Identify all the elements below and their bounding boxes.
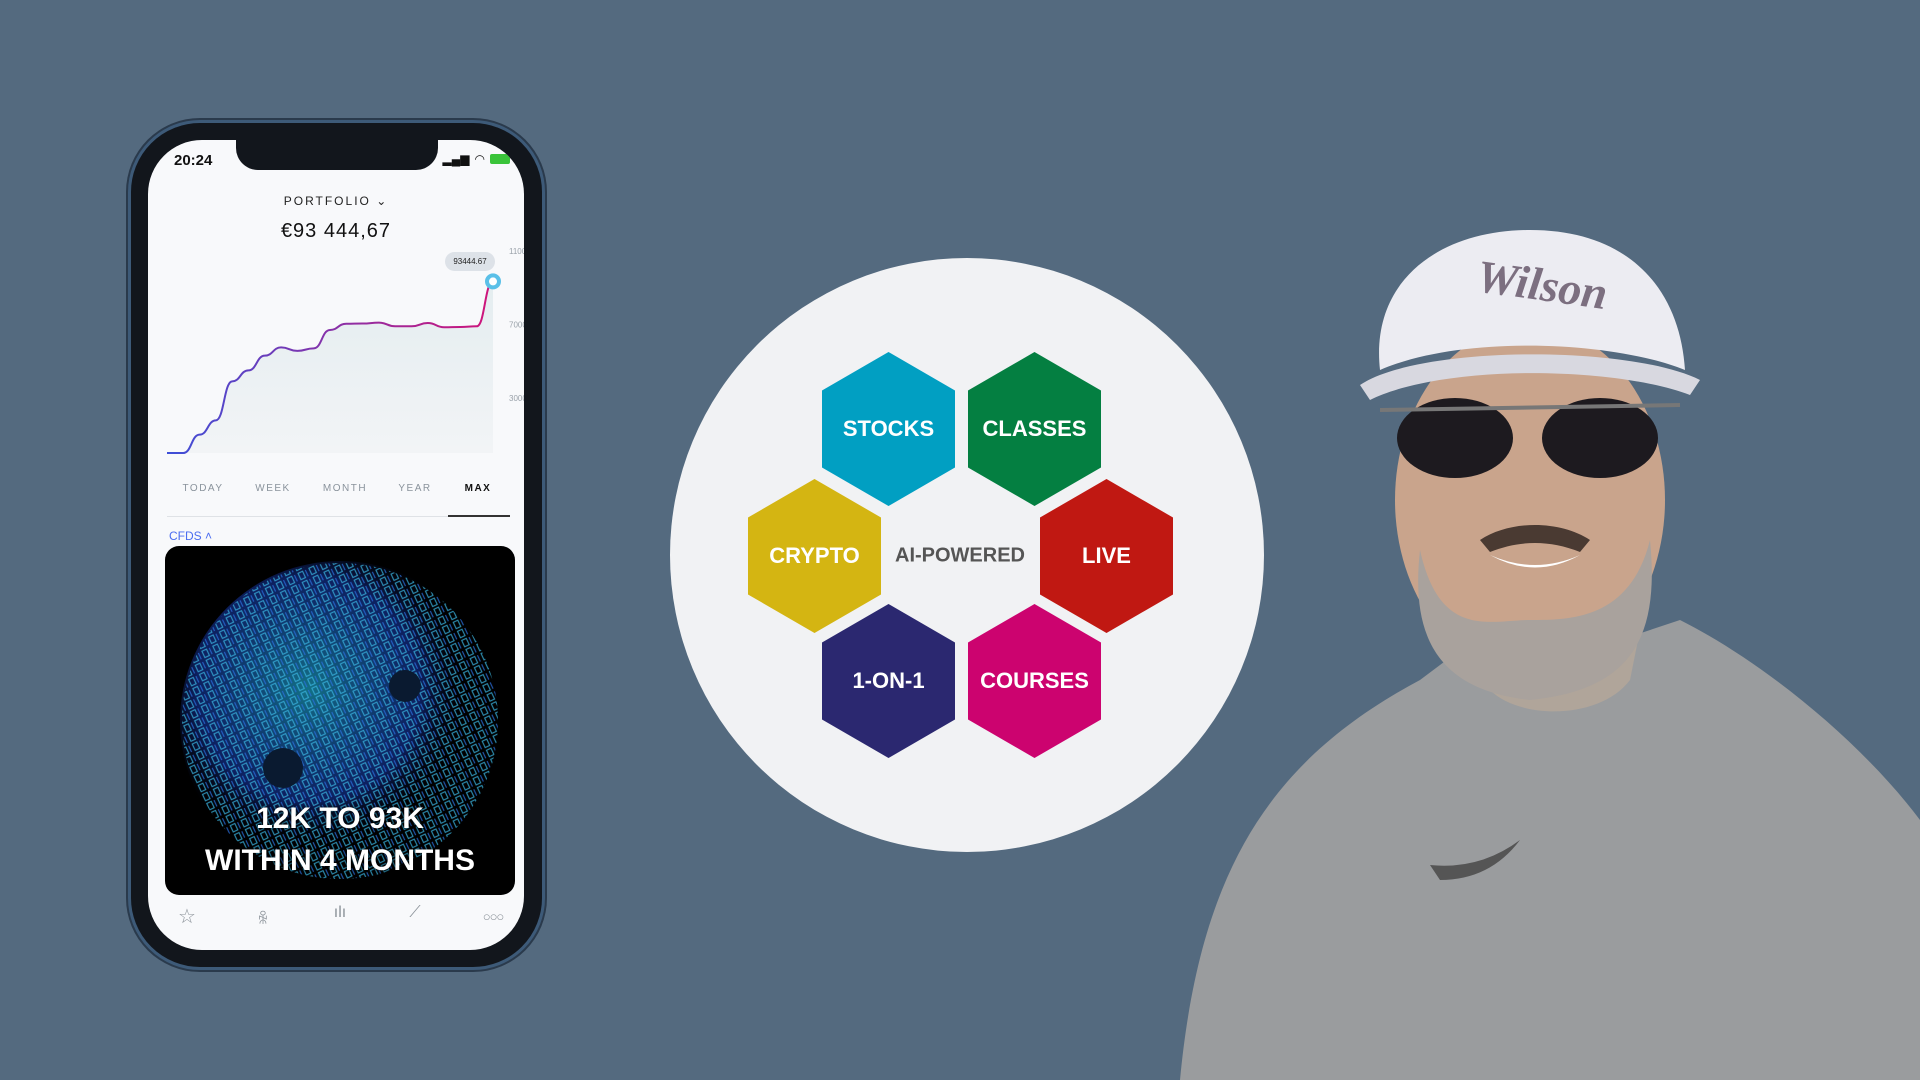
tab-month[interactable]: MONTH [323,483,367,494]
tab-max[interactable]: MAX [465,483,492,494]
y-tick-label: 110000 [509,247,524,256]
y-tick-label: 70000 [509,320,524,329]
tab-year[interactable]: YEAR [398,483,431,494]
ai-powered-label: AI-POWERED [895,544,1025,567]
portfolio-title: PORTFOLIO [283,194,371,208]
promo-line-2: WITHIN 4 MONTHS [205,844,475,877]
status-time: 20:24 [174,152,213,169]
chart-tooltip: 93444.67 [445,252,495,271]
people-icon[interactable]: ꆜ [248,908,278,928]
promo-card[interactable]: 12K TO 93K WITHIN 4 MONTHS [165,546,515,895]
tab-today[interactable]: TODAY [182,483,223,494]
sunglasses-right [1542,398,1658,478]
battery-charging-icon [490,154,510,164]
chevron-up-icon: ˄ [205,529,213,543]
active-tab-indicator [448,515,510,517]
cfds-section-toggle[interactable]: CFDS ˄ [169,529,212,543]
portfolio-chart[interactable]: 110000 70000 30000 [148,240,524,480]
binary-sphere-image [180,561,500,881]
line-chart-icon[interactable]: ⟋ [400,904,430,922]
wifi-icon: ◠ [474,152,485,166]
status-icons: ▂▄▆ ◠ [443,152,510,166]
cfds-label: CFDS [169,529,202,543]
notch [236,140,438,170]
chevron-down-icon: ⌄ [376,194,389,208]
chart-area [167,281,493,453]
bars-icon[interactable]: ılı [325,904,355,922]
phone-screen: 20:24 ▂▄▆ ◠ PORTFOLIO ⌄ €93 444,67 11000… [148,140,524,950]
star-icon[interactable]: ☆ [172,904,202,929]
signal-icon: ▂▄▆ [442,152,470,166]
more-icon[interactable]: ○○○ [478,909,508,924]
y-tick-label: 30000 [509,394,524,403]
tab-week[interactable]: WEEK [255,483,290,494]
chart-current-point[interactable] [485,273,501,290]
portfolio-dropdown[interactable]: PORTFOLIO ⌄ [148,194,524,208]
person-photo: Wilson [1180,230,1920,1080]
promo-line-1: 12K TO 93K [256,802,424,835]
